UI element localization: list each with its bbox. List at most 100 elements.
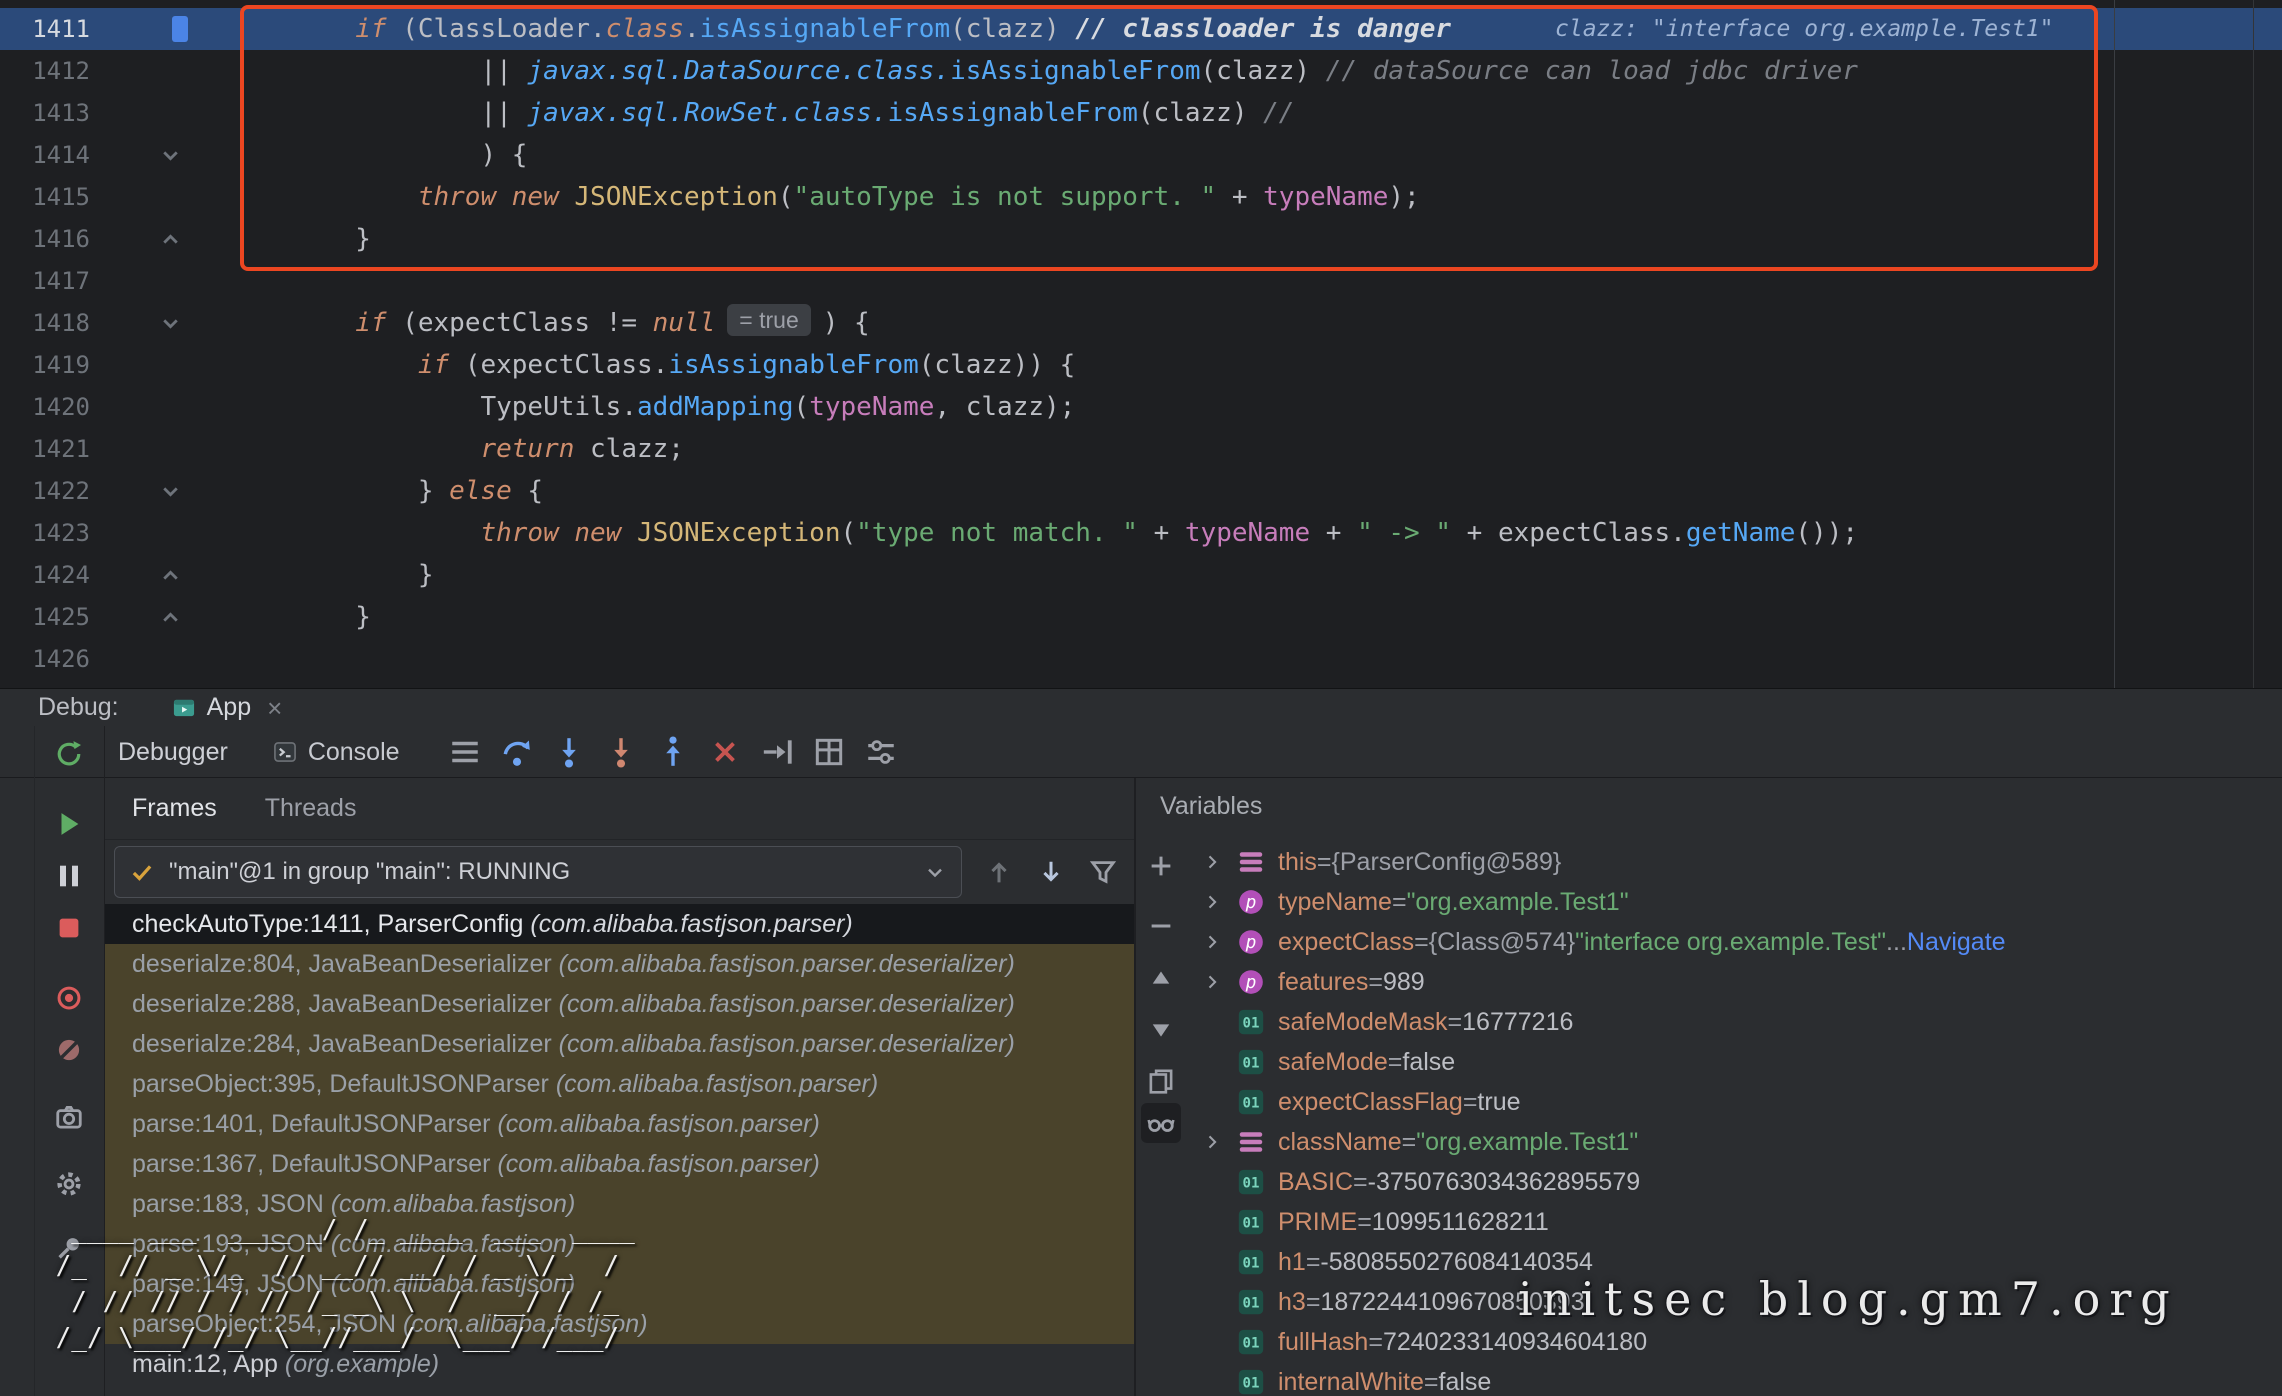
previous-frame-icon[interactable]: [984, 857, 1014, 887]
drop-frame-icon[interactable]: [708, 735, 742, 769]
camera-icon[interactable]: [54, 1102, 84, 1132]
new-watch-icon[interactable]: [1146, 851, 1176, 881]
evaluate-expression-icon[interactable]: [812, 735, 846, 769]
stack-frame-row[interactable]: parseObject:254, JSON (com.alibaba.fastj…: [104, 1304, 1134, 1344]
variable-row[interactable]: pfeatures = 989: [1186, 962, 2282, 1002]
step-into-icon[interactable]: [552, 735, 586, 769]
next-frame-icon[interactable]: [1036, 857, 1066, 887]
chevron-down-icon[interactable]: [923, 860, 947, 884]
line-number[interactable]: 1422: [0, 470, 96, 512]
hide-library-frames-icon[interactable]: [1088, 857, 1118, 887]
variable-row[interactable]: 01expectClassFlag = true: [1186, 1082, 2282, 1122]
gutter[interactable]: [96, 92, 230, 134]
gutter[interactable]: [96, 470, 230, 512]
gutter[interactable]: [96, 50, 230, 92]
settings-icon[interactable]: [54, 1169, 84, 1199]
step-out-icon[interactable]: [656, 735, 690, 769]
line-number[interactable]: 1424: [0, 554, 96, 596]
variable-row[interactable]: 01internalWhite = false: [1186, 1362, 2282, 1396]
stack-frame-row[interactable]: main:12, App (org.example): [104, 1344, 1134, 1384]
tab-frames[interactable]: Frames: [132, 794, 217, 823]
gutter[interactable]: [96, 176, 230, 218]
stack-frame-row[interactable]: parse:193, JSON (com.alibaba.fastjson): [104, 1224, 1134, 1264]
line-number[interactable]: 1426: [0, 638, 96, 680]
code-line[interactable]: 1419 if (expectClass.isAssignableFrom(cl…: [0, 344, 2282, 386]
line-number[interactable]: 1420: [0, 386, 96, 428]
stack-frame-row[interactable]: parse:1401, DefaultJSONParser (com.aliba…: [104, 1104, 1134, 1144]
code-editor[interactable]: 1411 if (ClassLoader.class.isAssignableF…: [0, 0, 2282, 688]
code-line[interactable]: 1417: [0, 260, 2282, 302]
fold-open-icon[interactable]: [158, 311, 183, 336]
duplicate-icon[interactable]: [1146, 1067, 1176, 1097]
code-line[interactable]: 1411 if (ClassLoader.class.isAssignableF…: [0, 8, 2282, 50]
variable-row[interactable]: 01safeMode = false: [1186, 1042, 2282, 1082]
tab-threads[interactable]: Threads: [265, 794, 357, 823]
move-down-icon[interactable]: [1146, 1015, 1176, 1045]
layout-settings-icon[interactable]: [448, 735, 482, 769]
code-line[interactable]: 1425 }: [0, 596, 2282, 638]
gutter[interactable]: [96, 554, 230, 596]
variable-row[interactable]: 01h3 = 1872244109670850393: [1186, 1282, 2282, 1322]
line-number[interactable]: 1415: [0, 176, 96, 218]
line-number[interactable]: 1419: [0, 344, 96, 386]
code-line[interactable]: 1416 }: [0, 218, 2282, 260]
pin-icon[interactable]: [54, 1233, 84, 1263]
run-to-cursor-icon[interactable]: [760, 735, 794, 769]
variable-row[interactable]: 01BASIC = -3750763034362895579: [1186, 1162, 2282, 1202]
fold-open-icon[interactable]: [158, 143, 183, 168]
force-step-into-icon[interactable]: [604, 735, 638, 769]
code-line[interactable]: 1414 ) {: [0, 134, 2282, 176]
stop-icon[interactable]: [54, 913, 84, 943]
expand-chevron-icon[interactable]: [1202, 922, 1236, 962]
fold-close-icon[interactable]: [158, 605, 183, 630]
expand-chevron-icon[interactable]: [1202, 842, 1236, 882]
stack-frame-row[interactable]: deserialze:284, JavaBeanDeserializer (co…: [104, 1024, 1134, 1064]
code-line[interactable]: 1423 throw new JSONException("type not m…: [0, 512, 2282, 554]
fold-open-icon[interactable]: [158, 479, 183, 504]
variable-row[interactable]: 01h1 = -5808550276084140354: [1186, 1242, 2282, 1282]
stack-frame-row[interactable]: parse:183, JSON (com.alibaba.fastjson): [104, 1184, 1134, 1224]
variable-row[interactable]: pexpectClass = {Class@574} "interface or…: [1186, 922, 2282, 962]
line-number[interactable]: 1417: [0, 260, 96, 302]
fold-close-icon[interactable]: [158, 563, 183, 588]
expand-chevron-icon[interactable]: [1202, 1122, 1236, 1162]
stack-frame-row[interactable]: deserialze:804, JavaBeanDeserializer (co…: [104, 944, 1134, 984]
rerun-icon[interactable]: [54, 739, 84, 769]
line-number[interactable]: 1413: [0, 92, 96, 134]
code-line[interactable]: 1415 throw new JSONException("autoType i…: [0, 176, 2282, 218]
step-over-icon[interactable]: [500, 735, 534, 769]
tab-debugger[interactable]: Debugger: [118, 738, 228, 767]
line-number[interactable]: 1411: [0, 8, 96, 50]
remove-watch-icon[interactable]: [1146, 911, 1176, 941]
code-line[interactable]: 1422 } else {: [0, 470, 2282, 512]
gutter[interactable]: [96, 428, 230, 470]
code-line[interactable]: 1421 return clazz;: [0, 428, 2282, 470]
expand-chevron-icon[interactable]: [1202, 962, 1236, 1002]
line-number[interactable]: 1412: [0, 50, 96, 92]
gutter[interactable]: [96, 344, 230, 386]
close-icon[interactable]: ×: [267, 695, 282, 721]
gutter[interactable]: [96, 8, 230, 50]
view-breakpoints-icon[interactable]: [54, 983, 84, 1013]
scrollbar-track[interactable]: [2253, 0, 2254, 688]
stack-frame-row[interactable]: parse:149, JSON (com.alibaba.fastjson): [104, 1264, 1134, 1304]
gutter[interactable]: [96, 386, 230, 428]
line-number[interactable]: 1414: [0, 134, 96, 176]
code-line[interactable]: 1413 || javax.sql.RowSet.class.isAssigna…: [0, 92, 2282, 134]
stack-frame-row[interactable]: parse:1367, DefaultJSONParser (com.aliba…: [104, 1144, 1134, 1184]
code-line[interactable]: 1418 if (expectClass != null= true) {: [0, 302, 2282, 344]
variable-row[interactable]: 01safeModeMask = 16777216: [1186, 1002, 2282, 1042]
gutter[interactable]: [96, 260, 230, 302]
code-line[interactable]: 1420 TypeUtils.addMapping(typeName, claz…: [0, 386, 2282, 428]
gutter[interactable]: [96, 134, 230, 176]
thread-selector[interactable]: "main"@1 in group "main": RUNNING: [114, 846, 962, 898]
gutter[interactable]: [96, 638, 230, 680]
pause-icon[interactable]: [54, 861, 84, 891]
stepping-settings-icon[interactable]: [864, 735, 898, 769]
variable-row[interactable]: 01fullHash = 7240233140934604180: [1186, 1322, 2282, 1362]
variable-row[interactable]: 01PRIME = 1099511628211: [1186, 1202, 2282, 1242]
tab-console[interactable]: Console: [272, 738, 400, 767]
resume-icon[interactable]: [54, 809, 84, 839]
move-up-icon[interactable]: [1146, 963, 1176, 993]
code-line[interactable]: 1412 || javax.sql.DataSource.class.isAss…: [0, 50, 2282, 92]
